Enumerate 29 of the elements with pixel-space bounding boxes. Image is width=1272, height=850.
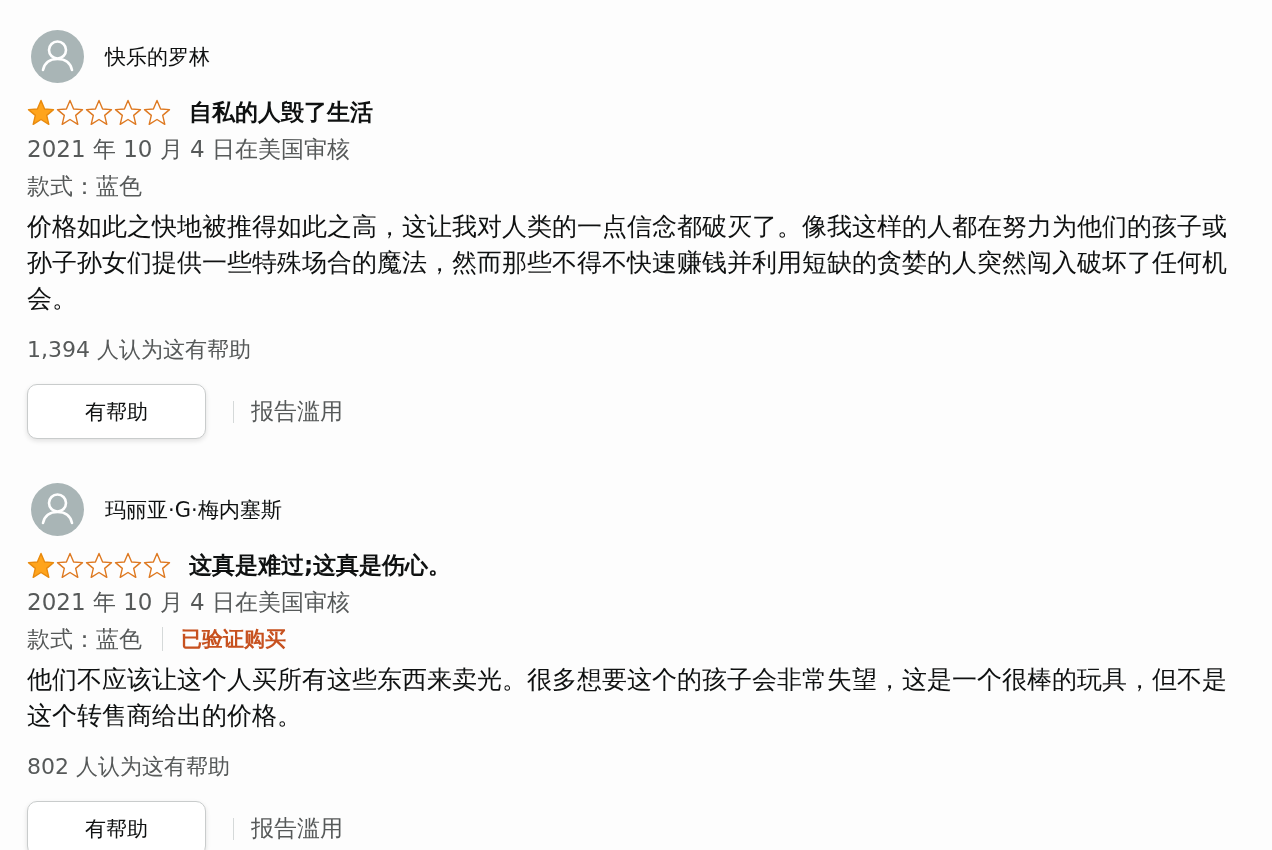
star-icon [143, 98, 171, 126]
style-label: 款式：蓝色 [27, 171, 142, 201]
review-title: 自私的人毁了生活 [189, 97, 373, 127]
star-icon [114, 551, 142, 579]
review-date: 2021 年 10 月 4 日在美国审核 [27, 588, 350, 617]
verified-purchase-label: 已验证购买 [181, 626, 286, 653]
star-icon [56, 551, 84, 579]
review-date: 2021 年 10 月 4 日在美国审核 [27, 135, 350, 164]
review-text: 价格如此之快地被推得如此之高，这让我对人类的一点信念都破灭了。像我这样的人都在努力为他们的孩子或孙子孙女们提供一些特殊场合的魔法，然而那些不得不快速赚钱并利用短缺的贪婪的人突然闯入破坏了任何机会。 [27, 211, 1228, 315]
reviewer-name: 玛丽亚·G·梅内塞斯 [105, 496, 282, 524]
helpful-button[interactable]: 有帮助 [27, 801, 206, 850]
star-icon [27, 551, 55, 579]
helpful-count: 1,394 人认为这有帮助 [27, 336, 251, 364]
star-icon [56, 98, 84, 126]
avatar-icon [31, 483, 84, 536]
reviewer-name: 快乐的罗林 [105, 43, 210, 71]
review-text: 他们不应该让这个人买所有这些东西来卖光。很多想要这个的孩子会非常失望，这是一个很棒的玩具，但不是这个转售商给出的价格。 [27, 664, 1228, 732]
style-label: 款式：蓝色 [27, 624, 142, 654]
star-icon [114, 98, 142, 126]
report-abuse-link[interactable]: 报告滥用 [251, 396, 343, 427]
helpful-button[interactable]: 有帮助 [27, 384, 206, 439]
star-icon [85, 551, 113, 579]
report-abuse-link[interactable]: 报告滥用 [251, 813, 343, 844]
star-icon [27, 98, 55, 126]
helpful-count: 802 人认为这有帮助 [27, 753, 230, 781]
star-icon [143, 551, 171, 579]
avatar-icon [31, 30, 84, 83]
review-title: 这真是难过;这真是伤心。 [189, 550, 452, 580]
star-icon [85, 98, 113, 126]
